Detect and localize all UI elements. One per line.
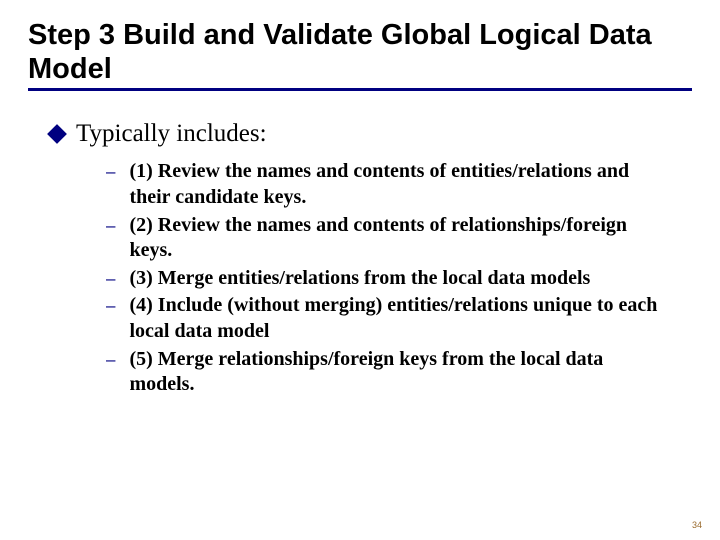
main-bullet-text: Typically includes: xyxy=(76,119,267,149)
dash-icon: – xyxy=(106,295,115,318)
dash-icon: – xyxy=(106,161,115,184)
list-item: – (3) Merge entities/relations from the … xyxy=(106,266,692,292)
list-item: – (5) Merge relationships/foreign keys f… xyxy=(106,347,692,398)
title-underline xyxy=(28,88,692,91)
sub-bullet-text: (3) Merge entities/relations from the lo… xyxy=(129,266,590,292)
title-block: Step 3 Build and Validate Global Logical… xyxy=(28,18,692,91)
page-number: 34 xyxy=(692,520,702,530)
diamond-bullet-icon xyxy=(47,125,67,145)
sub-bullet-list: – (1) Review the names and contents of e… xyxy=(50,159,692,397)
sub-bullet-text: (4) Include (without merging) entities/r… xyxy=(129,293,669,344)
dash-icon: – xyxy=(106,349,115,372)
list-item: – (1) Review the names and contents of e… xyxy=(106,159,692,210)
dash-icon: – xyxy=(106,215,115,238)
sub-bullet-text: (2) Review the names and contents of rel… xyxy=(129,213,669,264)
sub-bullet-text: (1) Review the names and contents of ent… xyxy=(129,159,669,210)
sub-bullet-text: (5) Merge relationships/foreign keys fro… xyxy=(129,347,669,398)
slide: Step 3 Build and Validate Global Logical… xyxy=(0,0,720,540)
main-bullet-row: Typically includes: xyxy=(50,119,692,149)
list-item: – (2) Review the names and contents of r… xyxy=(106,213,692,264)
dash-icon: – xyxy=(106,268,115,291)
slide-title: Step 3 Build and Validate Global Logical… xyxy=(28,18,692,86)
slide-body: Typically includes: – (1) Review the nam… xyxy=(28,119,692,397)
list-item: – (4) Include (without merging) entities… xyxy=(106,293,692,344)
